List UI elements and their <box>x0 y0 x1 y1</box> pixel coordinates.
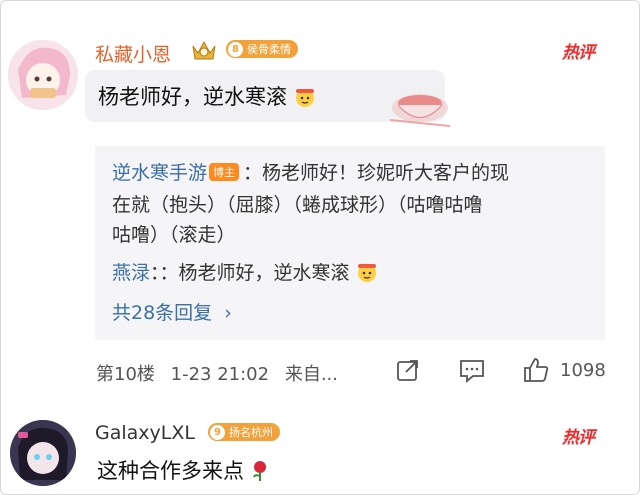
like-count: 1098 <box>560 360 606 381</box>
comment-icon[interactable] <box>458 357 486 383</box>
fan-badge[interactable]: 8 侯骨柔情 <box>226 40 298 58</box>
reply-1-line-3: 咕噜）（滚走） <box>112 224 236 246</box>
avatar[interactable] <box>10 420 76 486</box>
like-thumb-icon[interactable] <box>522 356 550 384</box>
host-tag: 博主 <box>209 163 240 181</box>
view-all-replies-link[interactable]: 共28条回复 › <box>112 298 232 325</box>
fan-badge[interactable]: 9 扬名杭州 <box>208 423 280 441</box>
avatar[interactable] <box>8 40 78 110</box>
hot-comment-label: 热评 <box>562 43 595 63</box>
reply-2: 燕渌：：杨老师好，逆水寒滚 <box>112 258 378 285</box>
reply-author-link[interactable]: 逆水寒手游 <box>112 162 207 184</box>
rose-icon <box>251 460 269 482</box>
comment-meta: 第10楼 1-23 21:02 来自... <box>96 360 338 386</box>
bow-emoji-icon <box>294 86 316 108</box>
comment-text: 这种合作多来点 <box>97 455 269 485</box>
hot-comment-label: 热评 <box>562 428 595 448</box>
crown-badge-icon <box>190 37 218 63</box>
source: 来自... <box>284 364 338 385</box>
bow-emoji-icon <box>356 261 378 283</box>
bowl-sticker-icon <box>380 78 455 133</box>
chevron-right-icon: › <box>224 302 232 324</box>
fan-badge-text: 扬名杭州 <box>229 426 273 439</box>
timestamp: 1-23 21:02 <box>170 364 270 385</box>
reply-author-link[interactable]: 燕渌 <box>112 262 150 284</box>
comment-text: 杨老师好，逆水寒滚 <box>98 81 316 111</box>
reply-1-line-1: 逆水寒手游 博主 ：杨老师好！珍妮听大客户的现 <box>112 162 510 184</box>
floor-number: 第10楼 <box>96 364 155 385</box>
share-icon[interactable] <box>395 357 421 383</box>
fan-level: 9 <box>210 424 225 440</box>
fan-level: 8 <box>228 41 243 57</box>
username[interactable]: 私藏小恩 <box>95 40 171 67</box>
reply-1-line-2: 在就（抱头）（屈膝）（蜷成球形）（咕噜咕噜 <box>112 194 483 216</box>
fan-badge-text: 侯骨柔情 <box>247 43 291 56</box>
username[interactable]: GalaxyLXL <box>95 422 195 444</box>
